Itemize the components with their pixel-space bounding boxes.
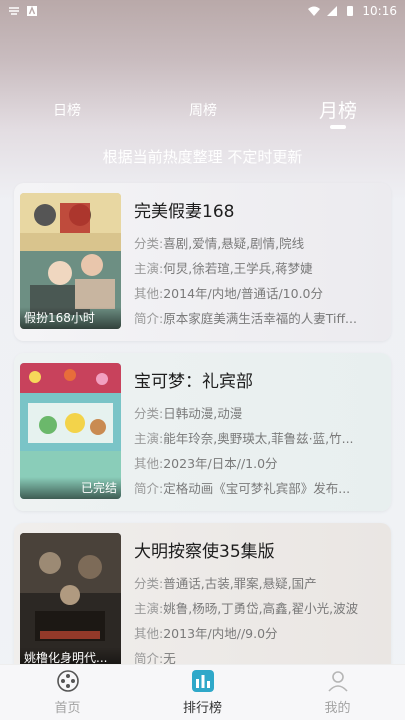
tab-weekly[interactable]: 周榜 bbox=[189, 100, 217, 120]
profile-icon bbox=[327, 671, 348, 692]
item-category: 分类:普通话,古装,罪案,悬疑,国产 bbox=[134, 576, 317, 591]
poster-caption: 假扮168小时 bbox=[20, 307, 121, 329]
item-title: 宝可梦：礼宾部 bbox=[134, 372, 253, 392]
nav-label: 排行榜 bbox=[182, 701, 222, 716]
nav-label: 我的 bbox=[324, 701, 351, 716]
ranking-chart-icon bbox=[191, 670, 214, 692]
item-title: 完美假妻168 bbox=[134, 202, 235, 222]
wifi-icon bbox=[308, 6, 321, 16]
app-notification-icon bbox=[9, 7, 19, 15]
item-summary: 简介:定格动画《宝可梦礼宾部》发布... bbox=[134, 481, 351, 496]
clock-time: 10:16 bbox=[362, 4, 397, 18]
nav-profile[interactable]: 我的 bbox=[270, 665, 405, 720]
poster-image[interactable]: 姚橹化身明代... bbox=[20, 533, 121, 669]
item-other: 其他:2014年/内地/普通话/10.0分 bbox=[134, 286, 323, 301]
bottom-nav: 首页 排行榜 我的 bbox=[0, 664, 405, 720]
nav-home[interactable]: 首页 bbox=[0, 665, 135, 720]
list-item[interactable]: 假扮168小时 完美假妻168 分类:喜剧,爱情,悬疑,剧情,院线 主演:何炅,… bbox=[14, 183, 391, 341]
item-title: 大明按察使35集版 bbox=[134, 542, 275, 562]
item-cast: 主演:何炅,徐若瑄,王学兵,蒋梦婕 bbox=[134, 261, 313, 276]
text-notification-icon bbox=[27, 6, 37, 16]
list-item[interactable]: 姚橹化身明代... 大明按察使35集版 分类:普通话,古装,罪案,悬疑,国产 主… bbox=[14, 523, 391, 673]
battery-icon bbox=[347, 6, 354, 16]
item-other: 其他:2013年/内地//9.0分 bbox=[134, 626, 278, 641]
item-summary: 简介:原本家庭美满生活幸福的人妻Tiff... bbox=[134, 311, 357, 326]
tab-daily[interactable]: 日榜 bbox=[53, 100, 81, 120]
ranking-list: 假扮168小时 完美假妻168 分类:喜剧,爱情,悬疑,剧情,院线 主演:何炅,… bbox=[14, 183, 391, 685]
item-category: 分类:日韩动漫,动漫 bbox=[134, 406, 243, 421]
film-reel-icon bbox=[56, 670, 79, 692]
poster-image[interactable]: 已完结 bbox=[20, 363, 121, 499]
page-subtitle: 根据当前热度整理 不定时更新 bbox=[102, 148, 303, 166]
active-tab-indicator bbox=[330, 125, 346, 129]
list-item[interactable]: 已完结 宝可梦：礼宾部 分类:日韩动漫,动漫 主演:能年玲奈,奥野瑛太,菲鲁兹·… bbox=[14, 353, 391, 511]
item-category: 分类:喜剧,爱情,悬疑,剧情,院线 bbox=[134, 236, 305, 251]
item-other: 其他:2023年/日本//1.0分 bbox=[134, 456, 278, 471]
poster-image[interactable]: 假扮168小时 bbox=[20, 193, 121, 329]
nav-label: 首页 bbox=[54, 701, 81, 716]
poster-caption: 已完结 bbox=[20, 477, 121, 499]
item-cast: 主演:能年玲奈,奥野瑛太,菲鲁兹·蓝,竹... bbox=[134, 431, 354, 446]
ranking-tabs: 日榜 周榜 月榜 bbox=[0, 92, 405, 129]
nav-ranking[interactable]: 排行榜 bbox=[135, 665, 270, 720]
item-cast: 主演:姚鲁,杨旸,丁勇岱,高鑫,翟小光,波波 bbox=[134, 601, 359, 616]
tab-monthly[interactable]: 月榜 bbox=[319, 96, 357, 123]
signal-icon bbox=[327, 6, 338, 16]
status-bar: 10:16 bbox=[0, 0, 405, 22]
